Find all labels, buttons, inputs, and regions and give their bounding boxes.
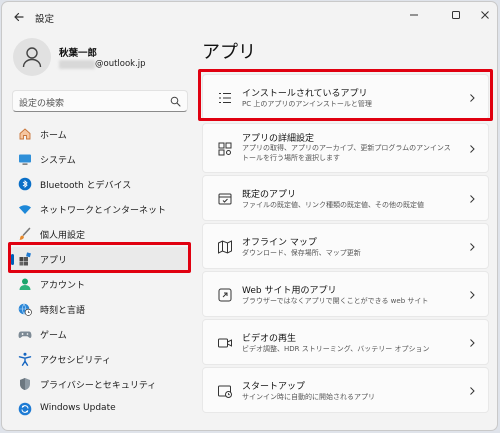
card-description: アプリの取得、アプリのアーカイブ、更新プログラムのアンインストールを行う場所を選… — [242, 144, 451, 162]
search-placeholder: 設定の検索 — [19, 99, 65, 109]
window-title: 設定 — [35, 14, 55, 25]
chevron-right-icon — [470, 291, 475, 299]
user-email: @outlook.jp — [95, 59, 146, 69]
sidebar-item-privacy[interactable]: プライバシーとセキュリティ — [10, 372, 190, 396]
chevron-right-icon — [470, 145, 475, 153]
card-apps-for-websites[interactable]: Web サイト用のアプリ ブラウザーではなくアプリで開くことができる web サ… — [202, 271, 489, 317]
sidebar-item-label: 時刻と言語 — [40, 306, 86, 316]
card-description: ダウンロード、保存場所、マップ更新 — [242, 249, 361, 257]
map-icon — [218, 240, 232, 254]
card-advanced-app-settings[interactable]: アプリの詳細設定 アプリの取得、アプリのアーカイブ、更新プログラムのアンインスト… — [202, 123, 489, 173]
sidebar-item-gaming[interactable]: ゲーム — [10, 322, 190, 346]
chevron-right-icon — [470, 339, 475, 347]
brush-icon — [19, 227, 31, 240]
card-title: ビデオの再生 — [242, 334, 297, 344]
card-video-playback[interactable]: ビデオの再生 ビデオ調整、HDR ストリーミング、バッテリー オプション — [202, 319, 489, 365]
minimize-button[interactable] — [402, 6, 426, 24]
search-input[interactable]: 設定の検索 — [12, 90, 188, 112]
web-app-icon — [218, 288, 232, 302]
title-bar: 設定 — [2, 2, 497, 32]
sidebar-item-bluetooth[interactable]: Bluetooth とデバイス — [10, 172, 190, 196]
sidebar-item-label: 個人用設定 — [40, 231, 86, 241]
shield-icon — [20, 378, 30, 390]
sidebar-item-label: アクセシビリティ — [40, 356, 112, 366]
sidebar-item-home[interactable]: ホーム — [10, 122, 190, 146]
chevron-right-icon — [470, 195, 475, 203]
highlight-box-apps — [8, 242, 191, 273]
sidebar-item-label: システム — [40, 156, 76, 166]
globe-clock-icon — [18, 303, 32, 316]
bluetooth-icon — [18, 177, 32, 191]
chevron-right-icon — [470, 387, 475, 395]
sidebar-item-accessibility[interactable]: アクセシビリティ — [10, 347, 190, 371]
video-icon — [218, 338, 232, 348]
card-title: Web サイト用のアプリ — [242, 286, 337, 296]
sidebar-item-accounts[interactable]: アカウント — [10, 272, 190, 296]
user-name: 秋葉一郎 — [59, 48, 98, 59]
card-description: サインイン時に自動的に開始されるアプリ — [242, 393, 375, 401]
page-title: アプリ — [202, 42, 256, 63]
sidebar-item-windows-update[interactable]: Windows Update — [10, 397, 190, 421]
card-startup[interactable]: スタートアップ サインイン時に自動的に開始されるアプリ — [202, 367, 489, 413]
sidebar-item-label: ホーム — [40, 131, 67, 141]
startup-icon — [218, 385, 232, 398]
sidebar-item-label: ゲーム — [40, 331, 67, 341]
chevron-right-icon — [470, 243, 475, 251]
card-description: ファイルの既定値、リンク種類の既定値、その他の既定値 — [242, 201, 424, 209]
app-settings-icon — [218, 142, 232, 156]
card-title: オフライン マップ — [242, 238, 317, 248]
card-description: ブラウザーではなくアプリで開くことができる web サイト — [242, 297, 429, 305]
highlight-box-installed-apps — [198, 69, 493, 121]
card-title: スタートアップ — [242, 382, 306, 392]
sidebar-item-label: ネットワークとインターネット — [40, 206, 167, 216]
default-apps-icon — [218, 193, 232, 205]
sidebar-item-system[interactable]: システム — [10, 147, 190, 171]
card-default-apps[interactable]: 既定のアプリ ファイルの既定値、リンク種類の既定値、その他の既定値 — [202, 175, 489, 221]
maximize-icon — [452, 11, 460, 19]
card-title: 既定のアプリ — [242, 190, 297, 200]
gamepad-icon — [18, 331, 32, 338]
arrow-left-icon — [14, 12, 24, 22]
close-icon — [481, 11, 489, 19]
sidebar-item-label: アカウント — [40, 281, 86, 291]
wifi-icon — [19, 205, 31, 214]
monitor-icon — [19, 154, 31, 165]
update-icon — [18, 402, 32, 416]
avatar[interactable] — [13, 38, 51, 76]
card-description: ビデオ調整、HDR ストリーミング、バッテリー オプション — [242, 345, 430, 353]
account-icon — [19, 278, 31, 290]
accessibility-icon — [18, 352, 32, 366]
back-button[interactable] — [10, 8, 28, 26]
home-icon — [19, 128, 31, 140]
maximize-button[interactable] — [444, 6, 468, 24]
sidebar-item-label: プライバシーとセキュリティ — [40, 381, 157, 391]
close-button[interactable] — [473, 6, 497, 24]
card-offline-maps[interactable]: オフライン マップ ダウンロード、保存場所、マップ更新 — [202, 223, 489, 269]
sidebar-item-time-language[interactable]: 時刻と言語 — [10, 297, 190, 321]
sidebar-item-label: Windows Update — [40, 403, 116, 413]
minimize-icon — [410, 14, 418, 16]
person-icon — [22, 47, 42, 68]
sidebar-item-label: Bluetooth とデバイス — [40, 181, 132, 191]
settings-window: 設定 秋葉一郎 @outlook.jp 設定の検索 ホーム システム Bluet… — [1, 1, 498, 431]
email-redaction — [59, 60, 95, 69]
search-icon[interactable] — [170, 96, 181, 107]
sidebar-item-network[interactable]: ネットワークとインターネット — [10, 197, 190, 221]
